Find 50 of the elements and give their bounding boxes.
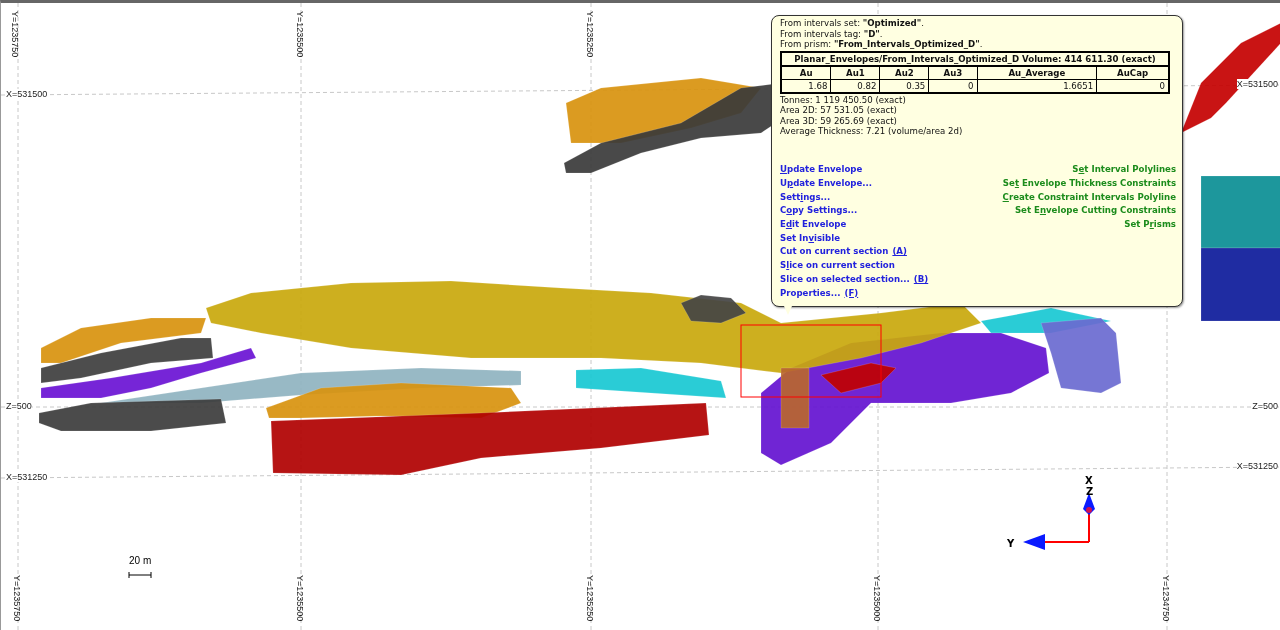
action-link[interactable]: Update Envelope [780,164,863,175]
grid-label: Z=500 [6,401,32,411]
shortcut-link[interactable]: (F) [844,287,859,298]
axis-triad-drawing [1023,493,1095,550]
shortcut-link[interactable]: (A) [892,246,907,257]
scale-bar-icon [128,571,152,579]
axis-label: X [1085,475,1093,486]
action-link[interactable]: Settings... [780,191,831,202]
column-header: Au1 [830,65,880,79]
action-link[interactable]: Set Prisms [1124,219,1176,230]
action-link[interactable]: Slice on selected section... [780,273,910,284]
grid-label: Y=1235250 [585,575,595,622]
tooltip-text: Average Thickness: 7.21 (volume/area 2d) [780,126,964,137]
scale-label: 20 m [129,555,152,566]
action-link[interactable]: Edit Envelope [780,219,847,230]
grid-label: Y=1235500 [295,575,305,622]
grid-label: X=531250 [6,472,48,482]
tooltip-text: From intervals tag: "D". [780,28,884,39]
tooltip-text: Tonnes: 1 119 450.50 (exact) [780,94,907,105]
shortcut-link[interactable]: (B) [913,273,929,284]
column-header: Au_Average [977,65,1097,79]
grid-label: X=531500 [6,89,48,99]
action-link[interactable]: Set Envelope Thickness Constraints [1002,178,1176,189]
tooltip-text: From intervals set: "Optimized". [780,18,925,29]
grid-label: Y=1234750 [1161,575,1171,622]
column-header: Au [781,65,831,79]
column-header: Au2 [879,65,929,79]
column-header: Au3 [928,65,978,79]
action-link[interactable]: Properties... [780,287,841,298]
action-link[interactable]: Update Envelope... [780,178,873,189]
action-link[interactable]: Copy Settings... [780,205,858,216]
axis-label: Y [1007,538,1015,549]
tooltip-text: Area 3D: 59 265.69 (exact) [780,115,898,126]
grid-label: Y=1235500 [295,11,305,58]
grid-label: X=531500 [1236,79,1278,89]
grid-label: Y=1235750 [10,11,20,58]
action-link[interactable]: Create Constraint Intervals Polyline [1002,191,1176,202]
action-link[interactable]: Slice on current section [780,260,895,271]
action-link[interactable]: Set Interval Polylines [1072,164,1176,175]
axis-label: Z [1086,486,1094,497]
action-link[interactable]: Set Envelope Cutting Constraints [1014,205,1176,216]
action-link[interactable]: Cut on current section [780,246,889,257]
action-link[interactable]: Set Invisible [780,232,840,243]
grid-label: Z=500 [1252,401,1278,411]
tooltip-text: From prism: "From_Intervals_Optimized_D". [780,39,984,50]
tooltip-text: Area 2D: 57 531.05 (exact) [780,105,898,116]
grid-label: Y=1235750 [12,575,22,622]
grid-label: Y=1235250 [585,11,595,58]
grid-label: X=531250 [1236,461,1278,471]
grid-label: Y=1235000 [872,575,882,622]
